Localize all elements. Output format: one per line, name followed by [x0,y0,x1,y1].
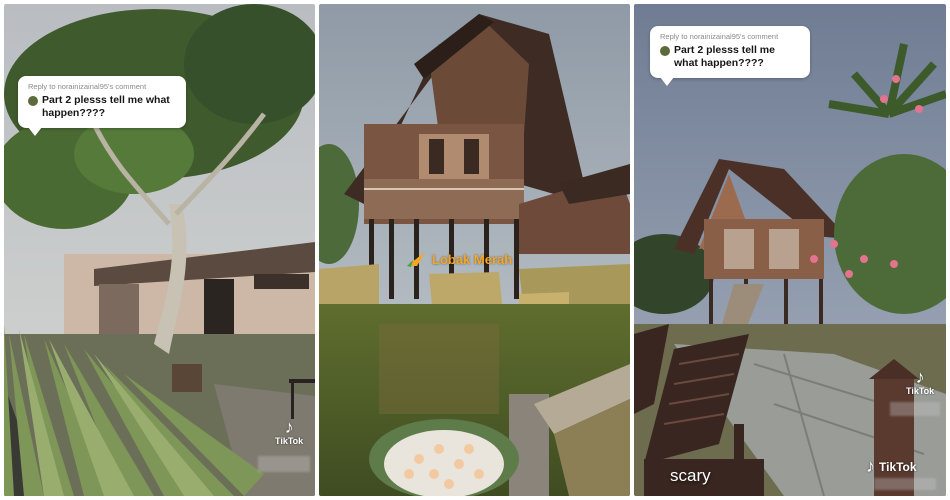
carrot-logo-icon [407,252,425,267]
tiktok-badge: ♪ TikTok [906,368,934,396]
video-caption: scary [670,466,711,485]
photo-panel-center: Lobak Merah [319,4,630,496]
comment-reply-bubble: Reply to norainizainal95's comment Part … [18,76,186,136]
tiktok-badge-bottom: ♪ TikTok [866,456,917,477]
blurred-username [258,456,310,472]
comment-text: Part 2 plesss tell me what happen???? [674,44,775,69]
blurred-username [890,402,940,416]
reply-label: Reply to norainizainal95's comment [660,32,779,41]
avatar [660,46,670,56]
comment-text: Part 2 plesss tell me what happen???? [42,94,170,119]
reply-label: Reply to norainizainal95's comment [28,82,147,91]
photo-panel-right: Reply to norainizainal95's comment Part … [634,4,946,496]
tiktok-badge: ♪ TikTok [275,418,303,446]
tiktok-label: TikTok [879,459,917,474]
tiktok-note-icon: ♪ [915,367,925,387]
watermark-text: Lobak Merah [432,251,513,267]
photo-panel-left: Reply to norainizainal95's comment Part … [4,4,315,496]
tiktok-note-icon: ♪ [866,456,875,476]
avatar [28,96,38,106]
tiktok-note-icon: ♪ [284,417,294,437]
watermark: Lobak Merah [405,250,512,268]
tiktok-label: TikTok [906,386,935,396]
tiktok-label: TikTok [275,436,304,446]
blurred-username [874,478,936,490]
comment-reply-bubble: Reply to norainizainal95's comment Part … [650,26,810,86]
